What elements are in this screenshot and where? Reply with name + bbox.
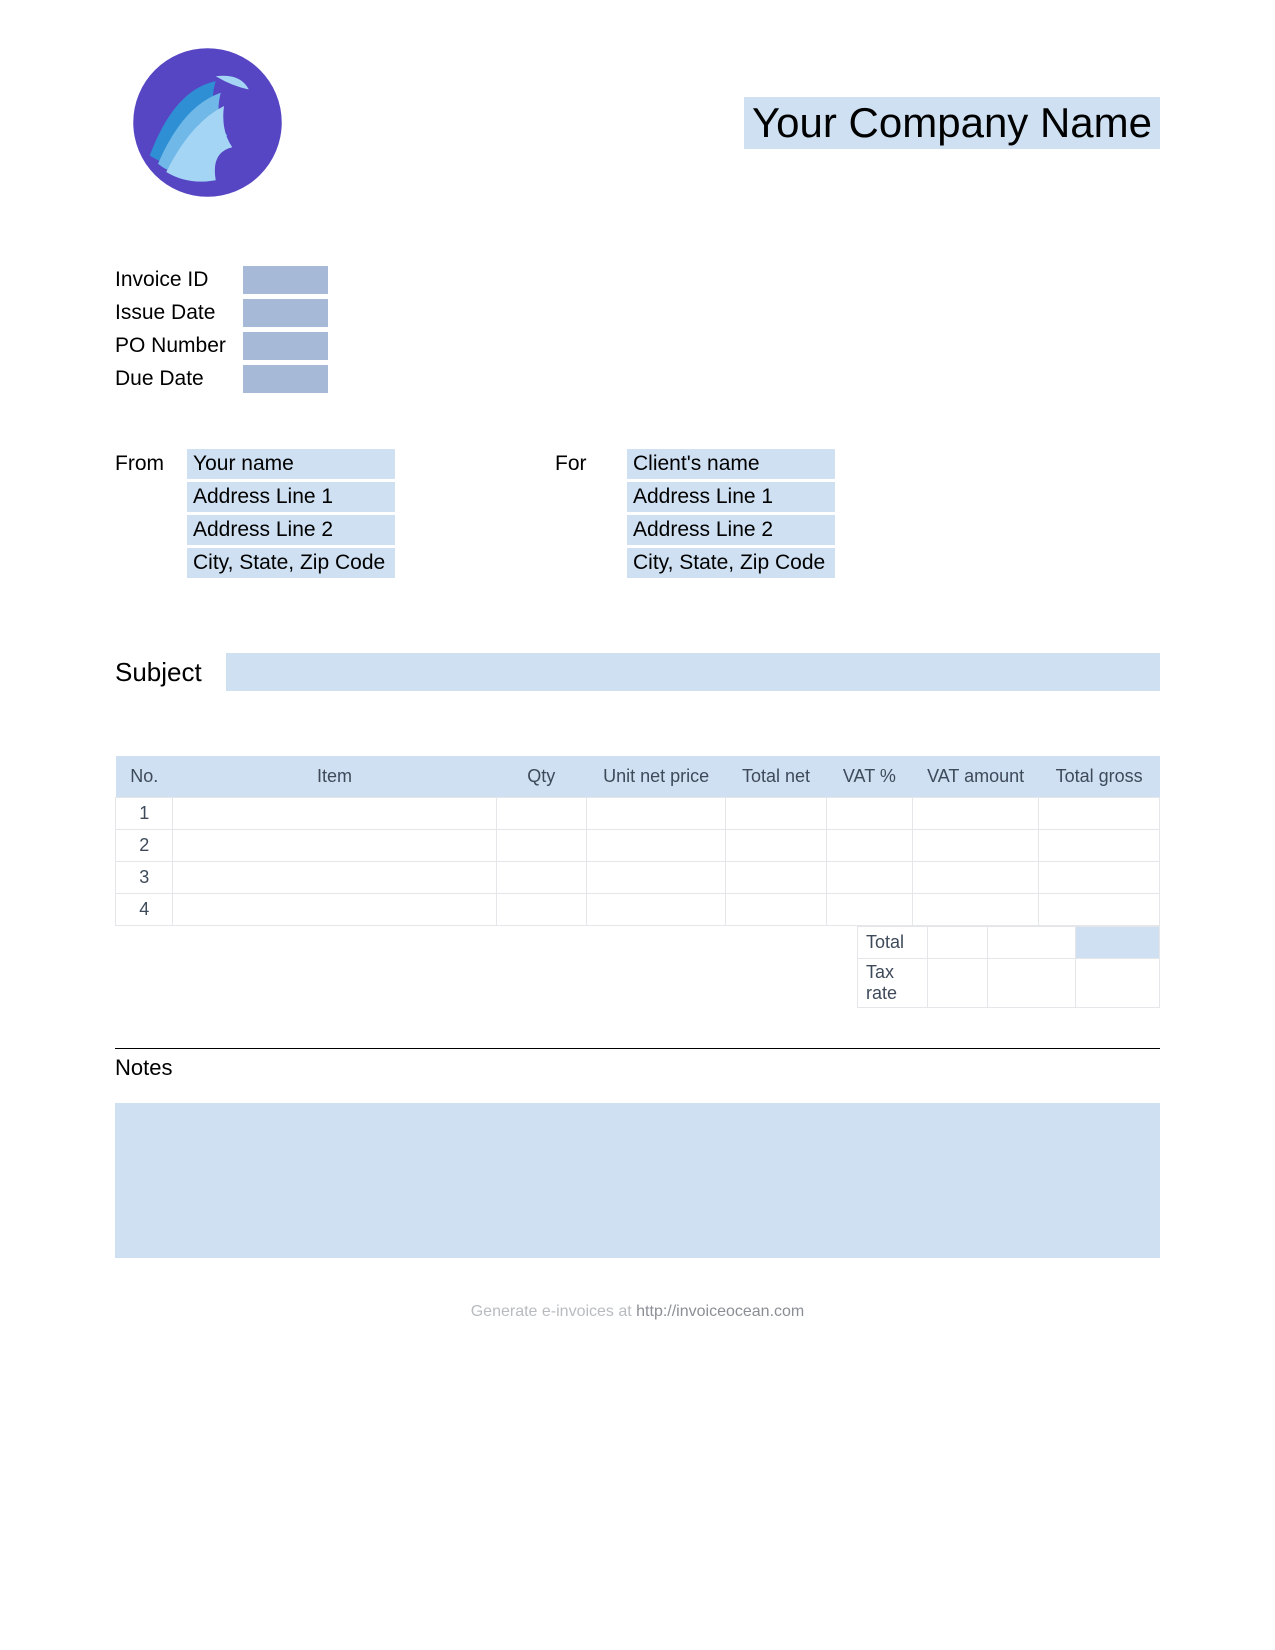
cell-no: 2: [116, 830, 173, 862]
total-vatp[interactable]: [928, 927, 988, 959]
notes-label: Notes: [115, 1055, 1160, 1081]
cell-vatamt[interactable]: [912, 862, 1038, 894]
table-row: 3: [116, 862, 1160, 894]
cell-unit[interactable]: [587, 894, 726, 926]
cell-vatp[interactable]: [826, 862, 912, 894]
cell-unit[interactable]: [587, 862, 726, 894]
taxrate-vatp[interactable]: [928, 959, 988, 1008]
from-city-field[interactable]: City, State, Zip Code: [187, 548, 395, 578]
table-row: 1: [116, 798, 1160, 830]
cell-gross[interactable]: [1039, 830, 1160, 862]
footer: Generate e-invoices at http://invoiceoce…: [115, 1303, 1160, 1321]
cell-qty[interactable]: [496, 798, 586, 830]
subject-field[interactable]: [226, 653, 1160, 691]
from-name-field[interactable]: Your name: [187, 449, 395, 479]
items-table: No. Item Qty Unit net price Total net VA…: [115, 756, 1160, 926]
cell-gross[interactable]: [1039, 862, 1160, 894]
cell-no: 3: [116, 862, 173, 894]
cell-vatp[interactable]: [826, 894, 912, 926]
cell-vatamt[interactable]: [912, 798, 1038, 830]
for-addr1-field[interactable]: Address Line 1: [627, 482, 835, 512]
tax-rate-label: Tax rate: [858, 959, 928, 1008]
for-label: For: [555, 449, 627, 578]
col-header-no: No.: [116, 756, 173, 798]
cell-vatamt[interactable]: [912, 830, 1038, 862]
cell-vatp[interactable]: [826, 798, 912, 830]
col-header-vatamt: VAT amount: [912, 756, 1038, 798]
cell-totalnet[interactable]: [726, 798, 827, 830]
for-addr2-field[interactable]: Address Line 2: [627, 515, 835, 545]
col-header-qty: Qty: [496, 756, 586, 798]
footer-text: Generate e-invoices at: [471, 1303, 636, 1320]
header: Your Company Name: [115, 40, 1160, 205]
cell-item[interactable]: [173, 862, 496, 894]
company-name[interactable]: Your Company Name: [744, 97, 1160, 149]
due-date-label: Due Date: [115, 364, 243, 394]
for-name-field[interactable]: Client's name: [627, 449, 835, 479]
from-addr1-field[interactable]: Address Line 1: [187, 482, 395, 512]
for-block: For Client's name Address Line 1 Address…: [555, 449, 835, 578]
col-header-unit: Unit net price: [587, 756, 726, 798]
cell-qty[interactable]: [496, 894, 586, 926]
from-addr2-field[interactable]: Address Line 2: [187, 515, 395, 545]
subject-label: Subject: [115, 657, 202, 688]
cell-vatp[interactable]: [826, 830, 912, 862]
parties-section: From Your name Address Line 1 Address Li…: [115, 449, 1160, 578]
table-row: 2: [116, 830, 1160, 862]
table-row: 4: [116, 894, 1160, 926]
notes-field[interactable]: [115, 1103, 1160, 1258]
cell-qty[interactable]: [496, 830, 586, 862]
cell-vatamt[interactable]: [912, 894, 1038, 926]
col-header-item: Item: [173, 756, 496, 798]
invoice-id-field[interactable]: [243, 266, 328, 294]
issue-date-label: Issue Date: [115, 298, 243, 328]
cell-totalnet[interactable]: [726, 894, 827, 926]
col-header-gross: Total gross: [1039, 756, 1160, 798]
total-vatamt[interactable]: [988, 927, 1076, 959]
totals-table: Total Tax rate: [857, 926, 1160, 1008]
cell-gross[interactable]: [1039, 798, 1160, 830]
po-number-label: PO Number: [115, 331, 243, 361]
total-gross[interactable]: [1076, 927, 1160, 959]
cell-no: 1: [116, 798, 173, 830]
from-block: From Your name Address Line 1 Address Li…: [115, 449, 395, 578]
total-label: Total: [858, 927, 928, 959]
from-label: From: [115, 449, 187, 578]
cell-gross[interactable]: [1039, 894, 1160, 926]
col-header-totalnet: Total net: [726, 756, 827, 798]
cell-qty[interactable]: [496, 862, 586, 894]
cell-totalnet[interactable]: [726, 830, 827, 862]
notes-section: Notes: [115, 1048, 1160, 1258]
cell-no: 4: [116, 894, 173, 926]
taxrate-gross[interactable]: [1076, 959, 1160, 1008]
cell-item[interactable]: [173, 798, 496, 830]
cell-totalnet[interactable]: [726, 862, 827, 894]
due-date-field[interactable]: [243, 365, 328, 393]
cell-unit[interactable]: [587, 798, 726, 830]
footer-link[interactable]: http://invoiceocean.com: [636, 1303, 804, 1320]
invoice-id-label: Invoice ID: [115, 265, 243, 295]
cell-item[interactable]: [173, 894, 496, 926]
po-number-field[interactable]: [243, 332, 328, 360]
cell-item[interactable]: [173, 830, 496, 862]
for-city-field[interactable]: City, State, Zip Code: [627, 548, 835, 578]
wave-logo-icon: [125, 40, 290, 205]
subject-row: Subject: [115, 653, 1160, 691]
cell-unit[interactable]: [587, 830, 726, 862]
invoice-meta: Invoice ID Issue Date PO Number Due Date: [115, 265, 1160, 394]
taxrate-vatamt[interactable]: [988, 959, 1076, 1008]
col-header-vatp: VAT %: [826, 756, 912, 798]
issue-date-field[interactable]: [243, 299, 328, 327]
